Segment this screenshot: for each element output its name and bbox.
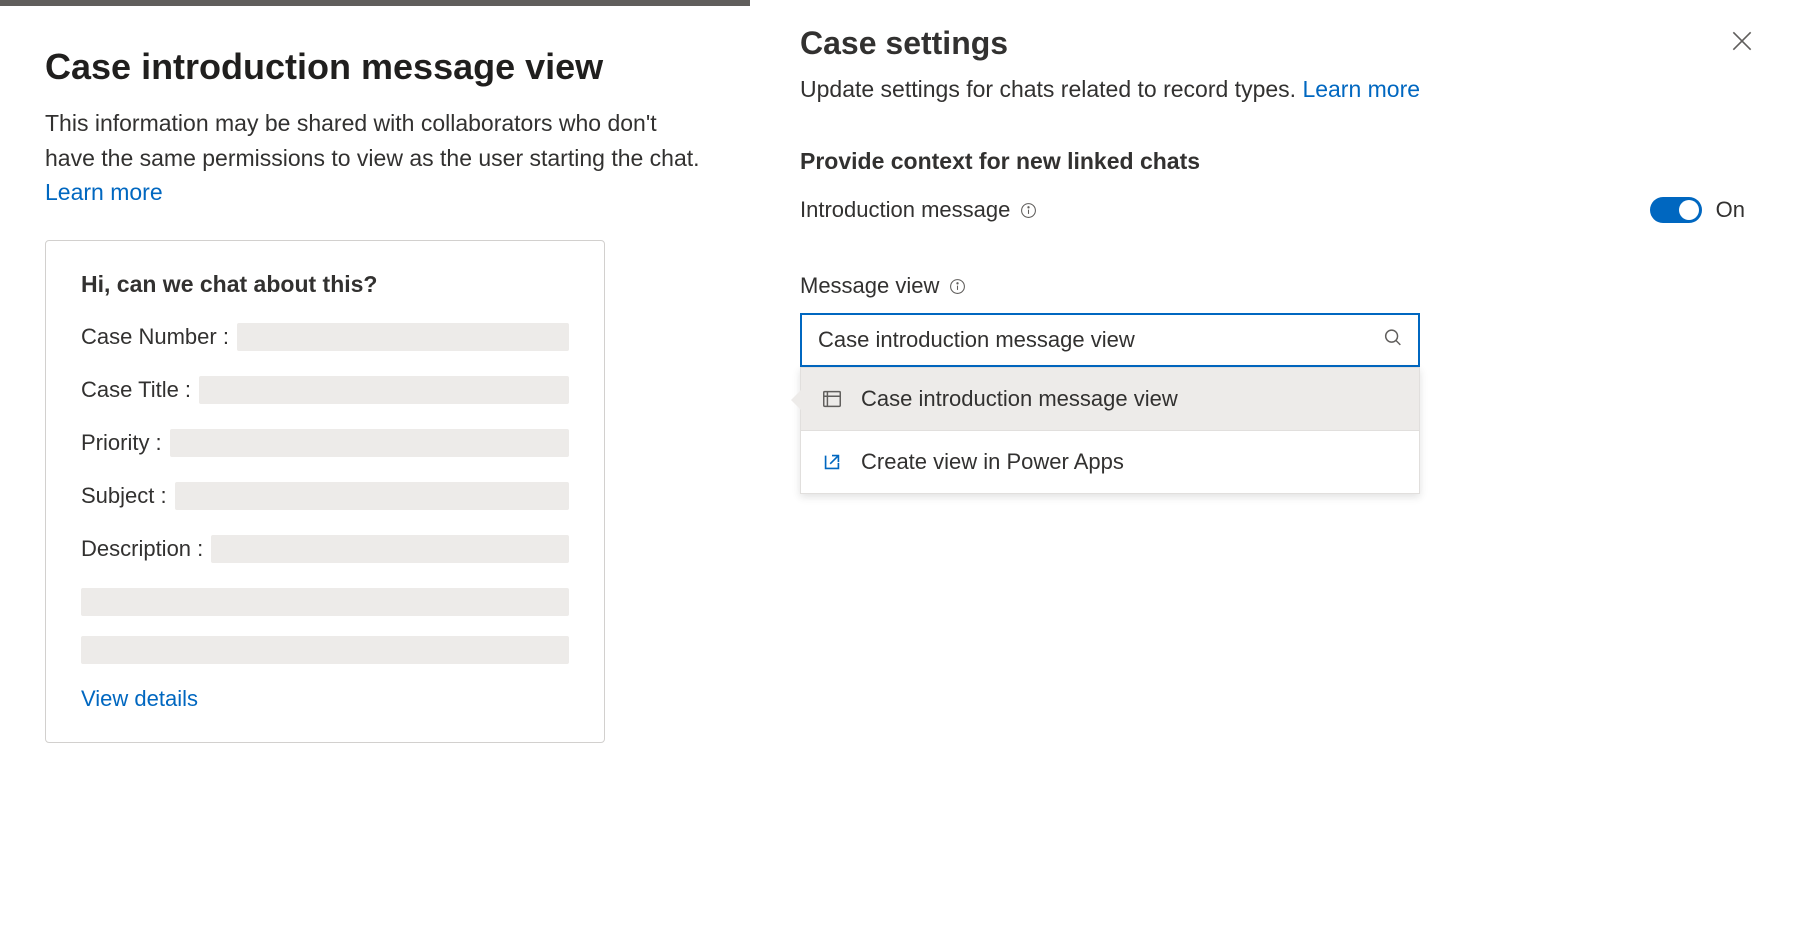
field-label-subject: Subject : <box>81 483 167 509</box>
preview-panel: Case introduction message view This info… <box>0 0 750 940</box>
intro-message-toggle-control: On <box>1650 197 1745 223</box>
open-external-icon <box>821 451 843 473</box>
view-details-link[interactable]: View details <box>81 686 569 712</box>
learn-more-link-right[interactable]: Learn more <box>1302 76 1420 102</box>
field-label-case-number: Case Number : <box>81 324 229 350</box>
dropdown-option-label: Case introduction message view <box>861 386 1178 412</box>
info-icon[interactable] <box>949 278 966 295</box>
settings-panel: Case settings Update settings for chats … <box>750 0 1800 940</box>
skeleton-placeholder <box>170 429 569 457</box>
close-button[interactable] <box>1729 28 1755 59</box>
intro-message-toggle[interactable] <box>1650 197 1702 223</box>
preview-card: Hi, can we chat about this? Case Number … <box>45 240 605 743</box>
message-view-input[interactable] <box>800 313 1420 367</box>
dropdown-option-label: Create view in Power Apps <box>861 449 1124 475</box>
intro-message-toggle-state: On <box>1716 197 1745 223</box>
message-view-dropdown: Case introduction message view Create vi… <box>800 367 1420 494</box>
field-priority: Priority : <box>81 429 569 457</box>
skeleton-placeholder <box>81 636 569 664</box>
skeleton-placeholder <box>199 376 569 404</box>
search-icon[interactable] <box>1382 327 1404 354</box>
settings-description: Update settings for chats related to rec… <box>800 76 1750 103</box>
intro-message-label-wrap: Introduction message <box>800 197 1037 223</box>
dropdown-option-create-view[interactable]: Create view in Power Apps <box>801 430 1419 493</box>
dropdown-option-case-view[interactable]: Case introduction message view <box>801 368 1419 430</box>
preview-title: Case introduction message view <box>45 46 705 88</box>
field-label-description: Description : <box>81 536 203 562</box>
learn-more-link-left[interactable]: Learn more <box>45 179 163 205</box>
close-icon <box>1729 41 1755 58</box>
preview-description-text: This information may be shared with coll… <box>45 110 700 171</box>
field-label-case-title: Case Title : <box>81 377 191 403</box>
skeleton-placeholder <box>81 588 569 616</box>
section-heading: Provide context for new linked chats <box>800 148 1750 175</box>
skeleton-placeholder <box>211 535 569 563</box>
message-view-label-wrap: Message view <box>800 273 1750 299</box>
skeleton-placeholder <box>175 482 569 510</box>
settings-description-text: Update settings for chats related to rec… <box>800 76 1302 102</box>
skeleton-placeholder <box>237 323 569 351</box>
field-case-title: Case Title : <box>81 376 569 404</box>
intro-message-row: Introduction message On <box>800 197 1750 223</box>
intro-message-label: Introduction message <box>800 197 1010 223</box>
field-subject: Subject : <box>81 482 569 510</box>
view-icon <box>821 388 843 410</box>
field-description: Description : <box>81 535 569 563</box>
preview-description: This information may be shared with coll… <box>45 106 705 210</box>
preview-greeting: Hi, can we chat about this? <box>81 271 569 298</box>
field-label-priority: Priority : <box>81 430 162 456</box>
message-view-label: Message view <box>800 273 939 299</box>
info-icon[interactable] <box>1020 202 1037 219</box>
settings-title: Case settings <box>800 25 1750 62</box>
message-view-search-wrap <box>800 313 1420 367</box>
field-case-number: Case Number : <box>81 323 569 351</box>
